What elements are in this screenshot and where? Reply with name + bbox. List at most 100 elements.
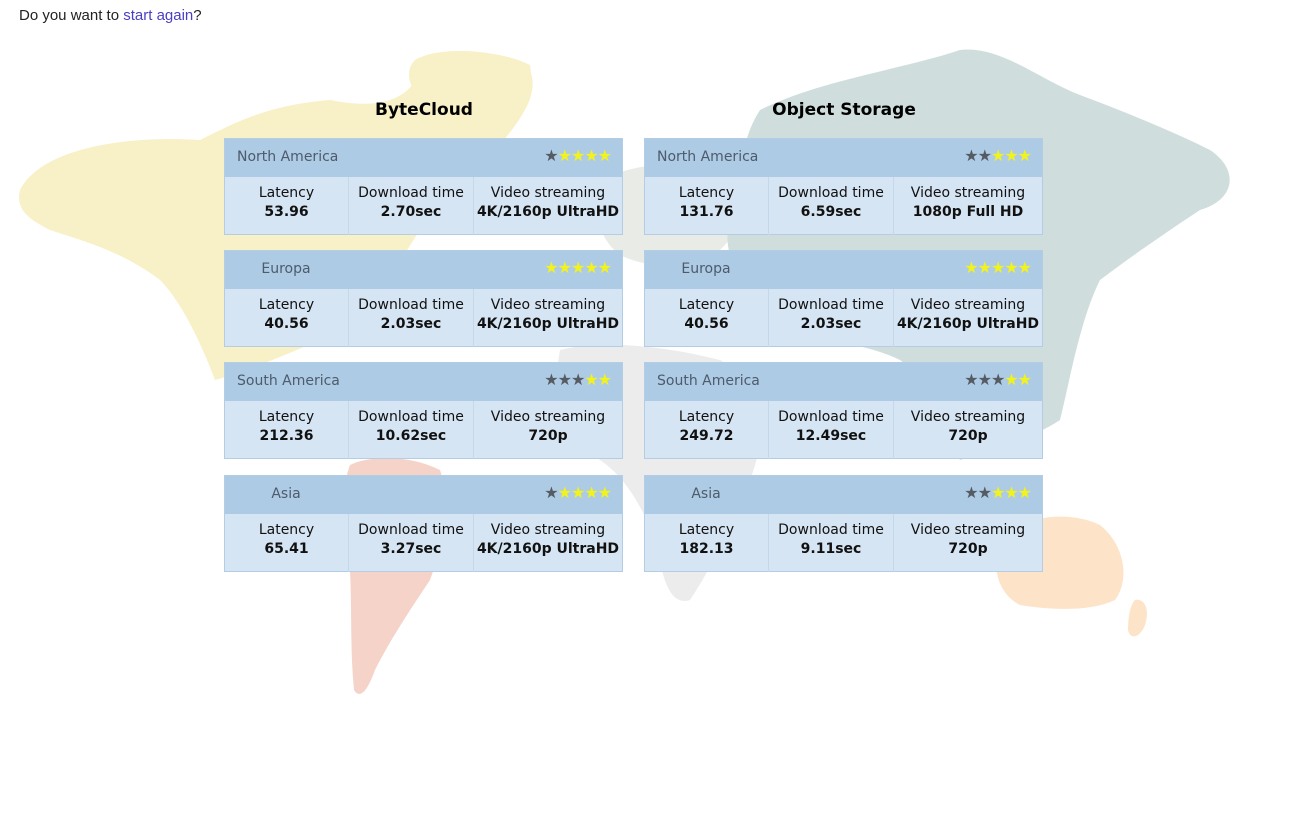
star-dark-icon: ★: [557, 370, 572, 389]
region-metrics: Latency 212.36 Download time 10.62sec Vi…: [225, 401, 622, 459]
region-metrics: Latency 249.72 Download time 12.49sec Vi…: [645, 401, 1042, 459]
prompt-text: Do you want to: [19, 7, 124, 24]
download-time-cell: Download time 2.03sec: [769, 289, 894, 347]
region-card-header: Asia ★★★★★: [225, 476, 622, 514]
video-streaming-value: 1080p Full HD: [912, 204, 1024, 220]
region-name: Asia: [271, 486, 301, 502]
star-dark-icon: ★: [570, 370, 585, 389]
region-name: South America: [237, 373, 340, 389]
video-streaming-label: Video streaming: [910, 297, 1026, 313]
region-name: North America: [657, 149, 759, 165]
region-name: Europa: [681, 261, 731, 277]
video-streaming-value: 4K/2160p UltraHD: [896, 316, 1040, 332]
latency-cell: Latency 40.56: [645, 289, 769, 347]
region-card-header: North America ★★★★★: [645, 139, 1042, 177]
latency-value: 53.96: [264, 204, 309, 220]
latency-label: Latency: [258, 297, 315, 313]
download-time-value: 12.49sec: [795, 428, 867, 444]
rating-stars: ★★★★★: [964, 370, 1032, 389]
star-dark-icon: ★: [977, 146, 992, 165]
download-time-label: Download time: [778, 297, 884, 313]
latency-label: Latency: [678, 297, 735, 313]
star-dark-icon: ★: [544, 370, 558, 389]
start-again-prompt: Do you want to start again?: [19, 7, 202, 24]
download-time-cell: Download time 6.59sec: [769, 177, 894, 235]
download-time-value: 6.59sec: [800, 204, 862, 220]
star-lit-icon: ★: [557, 258, 572, 277]
star-lit-icon: ★: [964, 258, 978, 277]
download-time-cell: Download time 12.49sec: [769, 401, 894, 459]
download-time-value: 9.11sec: [800, 541, 862, 557]
download-time-cell: Download time 10.62sec: [349, 401, 474, 459]
star-lit-icon: ★: [557, 483, 572, 502]
download-time-value: 2.70sec: [380, 204, 442, 220]
download-time-value: 10.62sec: [375, 428, 447, 444]
video-streaming-cell: Video streaming 4K/2160p UltraHD: [894, 289, 1042, 347]
latency-label: Latency: [258, 522, 315, 538]
star-lit-icon: ★: [1017, 370, 1032, 389]
star-dark-icon: ★: [977, 483, 992, 502]
star-lit-icon: ★: [544, 258, 558, 277]
download-time-cell: Download time 2.70sec: [349, 177, 474, 235]
region-card-header: South America ★★★★★: [225, 363, 622, 401]
latency-cell: Latency 40.56: [225, 289, 349, 347]
latency-value: 212.36: [259, 428, 314, 444]
download-time-cell: Download time 2.03sec: [349, 289, 474, 347]
region-name: Europa: [261, 261, 311, 277]
region-card: North America ★★★★★ Latency 131.76 Downl…: [644, 138, 1043, 235]
video-streaming-cell: Video streaming 4K/2160p UltraHD: [474, 514, 622, 572]
latency-value: 40.56: [264, 316, 309, 332]
latency-value: 131.76: [679, 204, 734, 220]
download-time-label: Download time: [778, 409, 884, 425]
video-streaming-cell: Video streaming 4K/2160p UltraHD: [474, 289, 622, 347]
region-card-header: South America ★★★★★: [645, 363, 1042, 401]
rating-stars: ★★★★★: [544, 483, 612, 502]
start-again-link[interactable]: start again: [123, 7, 193, 24]
star-lit-icon: ★: [597, 258, 612, 277]
rating-stars: ★★★★★: [964, 146, 1032, 165]
region-name: North America: [237, 149, 339, 165]
rating-stars: ★★★★★: [544, 370, 612, 389]
region-card: Asia ★★★★★ Latency 182.13 Download time …: [644, 475, 1043, 572]
video-streaming-label: Video streaming: [910, 409, 1026, 425]
video-streaming-value: 720p: [948, 541, 988, 557]
download-time-value: 3.27sec: [380, 541, 442, 557]
region-card: Asia ★★★★★ Latency 65.41 Download time 3…: [224, 475, 623, 572]
star-lit-icon: ★: [584, 258, 598, 277]
region-metrics: Latency 40.56 Download time 2.03sec Vide…: [225, 289, 622, 347]
video-streaming-value: 4K/2160p UltraHD: [476, 316, 620, 332]
region-card: South America ★★★★★ Latency 212.36 Downl…: [224, 362, 623, 459]
video-streaming-value: 720p: [948, 428, 988, 444]
region-card-header: Europa ★★★★★: [645, 251, 1042, 289]
region-name: South America: [657, 373, 760, 389]
region-card: South America ★★★★★ Latency 249.72 Downl…: [644, 362, 1043, 459]
new-zealand-shape: [1128, 599, 1147, 637]
star-lit-icon: ★: [990, 258, 1005, 277]
video-streaming-cell: Video streaming 4K/2160p UltraHD: [474, 177, 622, 235]
download-time-label: Download time: [358, 409, 464, 425]
star-lit-icon: ★: [597, 483, 612, 502]
latency-cell: Latency 212.36: [225, 401, 349, 459]
provider-title-bytecloud: ByteCloud: [375, 100, 473, 120]
download-time-label: Download time: [358, 185, 464, 201]
star-lit-icon: ★: [1004, 258, 1018, 277]
star-dark-icon: ★: [964, 146, 978, 165]
star-dark-icon: ★: [964, 370, 978, 389]
video-streaming-cell: Video streaming 720p: [894, 401, 1042, 459]
star-lit-icon: ★: [1004, 483, 1018, 502]
region-metrics: Latency 40.56 Download time 2.03sec Vide…: [645, 289, 1042, 347]
prompt-question-mark: ?: [193, 7, 202, 24]
latency-label: Latency: [678, 185, 735, 201]
video-streaming-label: Video streaming: [490, 297, 606, 313]
star-lit-icon: ★: [977, 258, 992, 277]
latency-cell: Latency 249.72: [645, 401, 769, 459]
star-lit-icon: ★: [570, 258, 585, 277]
latency-value: 182.13: [679, 541, 734, 557]
region-metrics: Latency 131.76 Download time 6.59sec Vid…: [645, 177, 1042, 235]
rating-stars: ★★★★★: [964, 483, 1032, 502]
star-lit-icon: ★: [557, 146, 572, 165]
region-card-header: Europa ★★★★★: [225, 251, 622, 289]
download-time-cell: Download time 3.27sec: [349, 514, 474, 572]
latency-value: 40.56: [684, 316, 729, 332]
region-card: Europa ★★★★★ Latency 40.56 Download time…: [224, 250, 623, 347]
